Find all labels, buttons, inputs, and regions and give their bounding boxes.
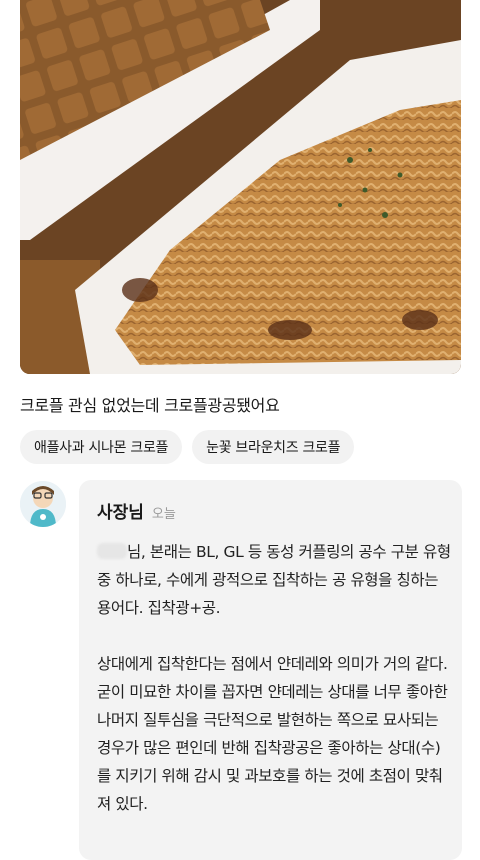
review-photo[interactable] (20, 0, 461, 374)
menu-tag[interactable]: 눈꽃 브라운치즈 크로플 (192, 430, 355, 464)
owner-reply: 사장님 오늘 님, 본래는 BL, GL 등 동성 커플링의 공수 구분 유형 … (79, 480, 462, 860)
menu-tag[interactable]: 애플사과 시나몬 크로플 (20, 430, 183, 464)
reply-body: 님, 본래는 BL, GL 등 동성 커플링의 공수 구분 유형 중 하나로, … (97, 538, 452, 818)
reply-paragraph: 님, 본래는 BL, GL 등 동성 커플링의 공수 구분 유형 중 하나로, … (97, 543, 451, 617)
reply-paragraph: 상대에게 집착한다는 점에서 얀데레와 의미가 거의 같다. 굳이 미묘한 차이… (97, 655, 448, 813)
owner-header: 사장님 오늘 (97, 498, 176, 523)
menu-tags: 애플사과 시나몬 크로플 눈꽃 브라운치즈 크로플 (20, 430, 355, 464)
review-text: 크로플 관심 없었는데 크로플광공됐어요 (20, 396, 280, 415)
owner-avatar (20, 481, 66, 527)
owner-name: 사장님 (97, 503, 144, 523)
reply-time: 오늘 (151, 507, 176, 522)
blurred-username (97, 543, 127, 559)
